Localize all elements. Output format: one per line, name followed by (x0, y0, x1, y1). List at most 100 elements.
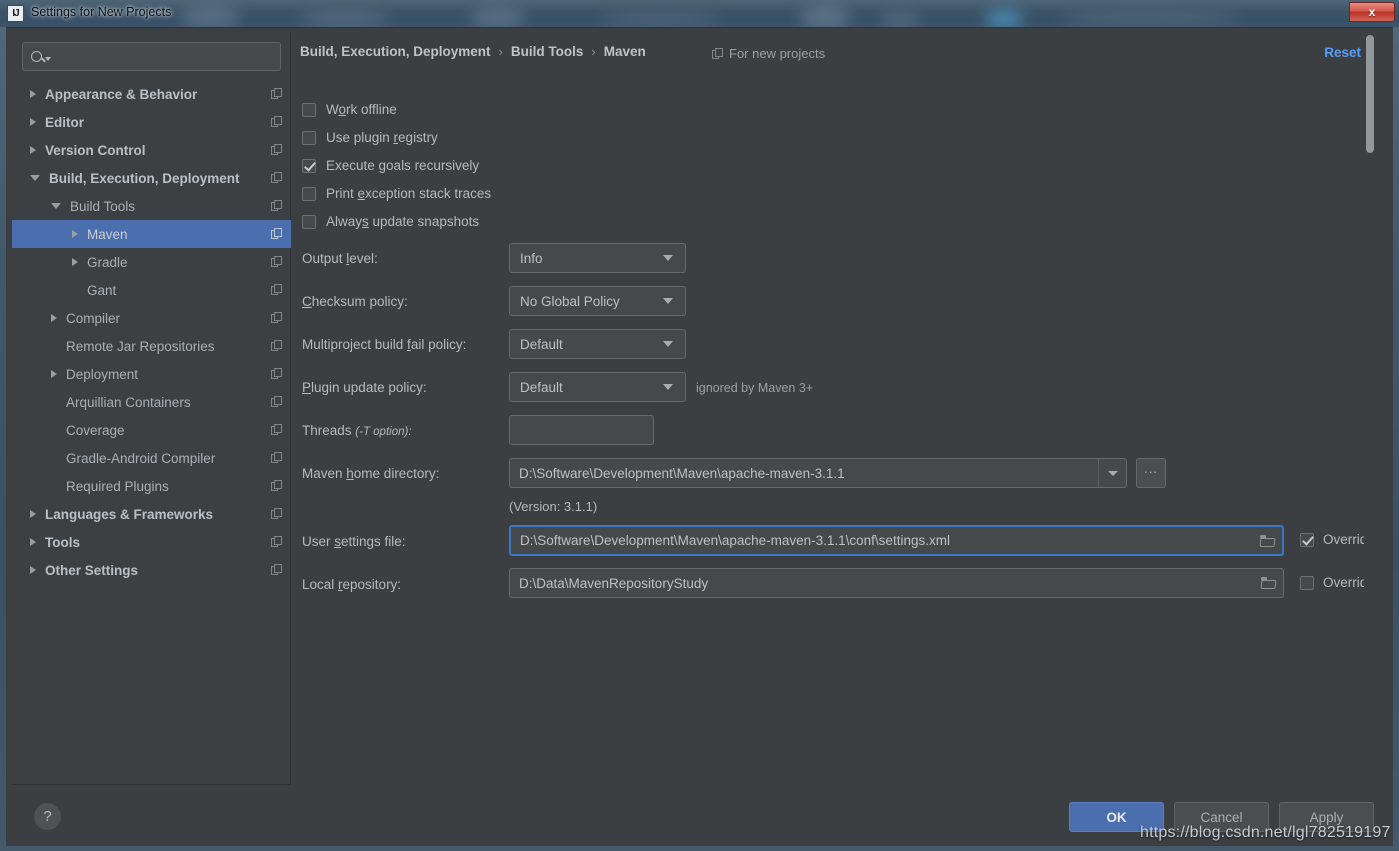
sidebar-item-coverage[interactable]: Coverage (12, 416, 291, 444)
sidebar-item-label: Tools (45, 534, 80, 550)
copy-icon[interactable] (271, 424, 282, 435)
chevron-right-icon[interactable] (72, 230, 78, 238)
user-settings-input[interactable]: D:\Software\Development\Maven\apache-mav… (509, 525, 1284, 556)
chevron-down-icon (1107, 470, 1118, 476)
checkbox-box (302, 186, 316, 201)
checkbox-execute-goals-recursively[interactable]: Execute goals recursively (302, 158, 479, 173)
sidebar-item-gant[interactable]: Gant (12, 276, 291, 304)
sidebar-item-label: Required Plugins (66, 478, 169, 494)
window-title-bar: IJ Settings for New Projects x (0, 0, 1399, 27)
sidebar-item-arquillian-containers[interactable]: Arquillian Containers (12, 388, 291, 416)
checkbox-always-update-snapshots[interactable]: Always update snapshots (302, 214, 479, 229)
copy-icon[interactable] (271, 312, 282, 323)
copy-icon[interactable] (271, 368, 282, 379)
chevron-down-icon[interactable] (51, 203, 61, 209)
sidebar-item-build-execution-deployment[interactable]: Build, Execution, Deployment (12, 164, 291, 192)
copy-icon[interactable] (271, 144, 282, 155)
sidebar-item-label: Gradle-Android Compiler (66, 450, 216, 466)
sidebar-item-gradle-android-compiler[interactable]: Gradle-Android Compiler (12, 444, 291, 472)
local-repo-browse-button[interactable] (1253, 569, 1283, 597)
scrollbar-thumb[interactable] (1366, 35, 1374, 153)
fail-policy-value: Default (520, 336, 563, 352)
reset-link[interactable]: Reset (1324, 45, 1361, 60)
breadcrumb-item-1[interactable]: Build Tools (511, 44, 584, 59)
breadcrumb-item-2: Maven (603, 44, 646, 59)
chevron-down-icon[interactable] (30, 175, 40, 181)
maven-home-input[interactable]: D:\Software\Development\Maven\apache-mav… (509, 458, 1127, 488)
copy-icon[interactable] (271, 340, 282, 351)
sidebar-item-deployment[interactable]: Deployment (12, 360, 291, 388)
search-input[interactable] (22, 42, 281, 71)
breadcrumb-item-0[interactable]: Build, Execution, Deployment (300, 44, 491, 59)
chevron-right-icon[interactable] (30, 146, 36, 154)
sidebar-item-gradle[interactable]: Gradle (12, 248, 291, 276)
plugin-policy-label: Plugin update policy: (302, 380, 427, 395)
chevron-right-icon[interactable] (72, 258, 78, 266)
sidebar-item-label: Coverage (66, 422, 125, 438)
copy-icon[interactable] (271, 508, 282, 519)
plugin-policy-select[interactable]: Default (509, 372, 686, 402)
copy-icon[interactable] (271, 200, 282, 211)
sidebar-item-compiler[interactable]: Compiler (12, 304, 291, 332)
checkbox-label: Use plugin registry (326, 130, 438, 145)
maven-home-dropdown-button[interactable] (1098, 459, 1126, 487)
copy-icon[interactable] (271, 88, 282, 99)
checkbox-print-exception-stack-traces[interactable]: Print exception stack traces (302, 186, 491, 201)
chevron-right-icon[interactable] (51, 314, 57, 322)
checksum-policy-value: No Global Policy (520, 293, 620, 309)
checkbox-label: Work offline (326, 102, 397, 117)
for-new-projects-label: For new projects (729, 46, 826, 61)
copy-icon[interactable] (271, 172, 282, 183)
user-settings-value: D:\Software\Development\Maven\apache-mav… (520, 533, 950, 548)
maven-version-text: (Version: 3.1.1) (509, 499, 598, 514)
threads-input[interactable] (509, 415, 654, 445)
sidebar-item-label: Build Tools (70, 198, 136, 214)
close-icon[interactable]: x (1349, 2, 1395, 22)
breadcrumb-separator: › (591, 44, 596, 59)
copy-icon[interactable] (271, 116, 282, 127)
copy-icon[interactable] (271, 396, 282, 407)
chevron-right-icon[interactable] (30, 118, 36, 126)
checksum-policy-select[interactable]: No Global Policy (509, 286, 686, 316)
sidebar-item-appearance-behavior[interactable]: Appearance & Behavior (12, 80, 291, 108)
copy-icon[interactable] (271, 284, 282, 295)
window-title: Settings for New Projects (31, 5, 172, 19)
dialog-client-area: Appearance & Behavior Editor Version Contr… (6, 27, 1393, 846)
chevron-right-icon[interactable] (30, 566, 36, 574)
help-button[interactable]: ? (34, 803, 61, 830)
output-level-select[interactable]: Info (509, 243, 686, 273)
copy-icon[interactable] (271, 564, 282, 575)
copy-icon[interactable] (271, 480, 282, 491)
sidebar-item-maven[interactable]: Maven (12, 220, 291, 248)
chevron-right-icon[interactable] (30, 538, 36, 546)
maven-home-browse-button[interactable]: ... (1136, 458, 1166, 488)
fail-policy-select[interactable]: Default (509, 329, 686, 359)
sidebar-item-other-settings[interactable]: Other Settings (12, 556, 291, 584)
content-scrollbar[interactable] (1364, 33, 1375, 785)
sidebar-item-languages-frameworks[interactable]: Languages & Frameworks (12, 500, 291, 528)
sidebar-item-build-tools[interactable]: Build Tools (12, 192, 291, 220)
sidebar-item-tools[interactable]: Tools (12, 528, 291, 556)
chevron-right-icon[interactable] (51, 370, 57, 378)
checkbox-box (302, 102, 316, 117)
sidebar-item-label: Gant (87, 282, 117, 298)
checkbox-use-plugin-registry[interactable]: Use plugin registry (302, 130, 438, 145)
sidebar-item-required-plugins[interactable]: Required Plugins (12, 472, 291, 500)
chevron-right-icon[interactable] (30, 510, 36, 518)
sidebar-item-editor[interactable]: Editor (12, 108, 291, 136)
maven-home-label: Maven home directory: (302, 466, 440, 481)
sidebar-item-remote-jar-repositories[interactable]: Remote Jar Repositories (12, 332, 291, 360)
copy-icon[interactable] (271, 256, 282, 267)
user-settings-browse-button[interactable] (1252, 527, 1282, 554)
sidebar-item-label: Gradle (87, 254, 128, 270)
output-level-label: Output level: (302, 251, 378, 266)
sidebar-item-label: Build, Execution, Deployment (49, 170, 240, 186)
checkbox-work-offline[interactable]: Work offline (302, 102, 397, 117)
threads-label: Threads (-T option): (302, 423, 412, 438)
copy-icon[interactable] (271, 536, 282, 547)
local-repo-input[interactable]: D:\Data\MavenRepositoryStudy (509, 568, 1284, 598)
copy-icon[interactable] (271, 228, 282, 239)
chevron-right-icon[interactable] (30, 90, 36, 98)
sidebar-item-version-control[interactable]: Version Control (12, 136, 291, 164)
copy-icon[interactable] (271, 452, 282, 463)
